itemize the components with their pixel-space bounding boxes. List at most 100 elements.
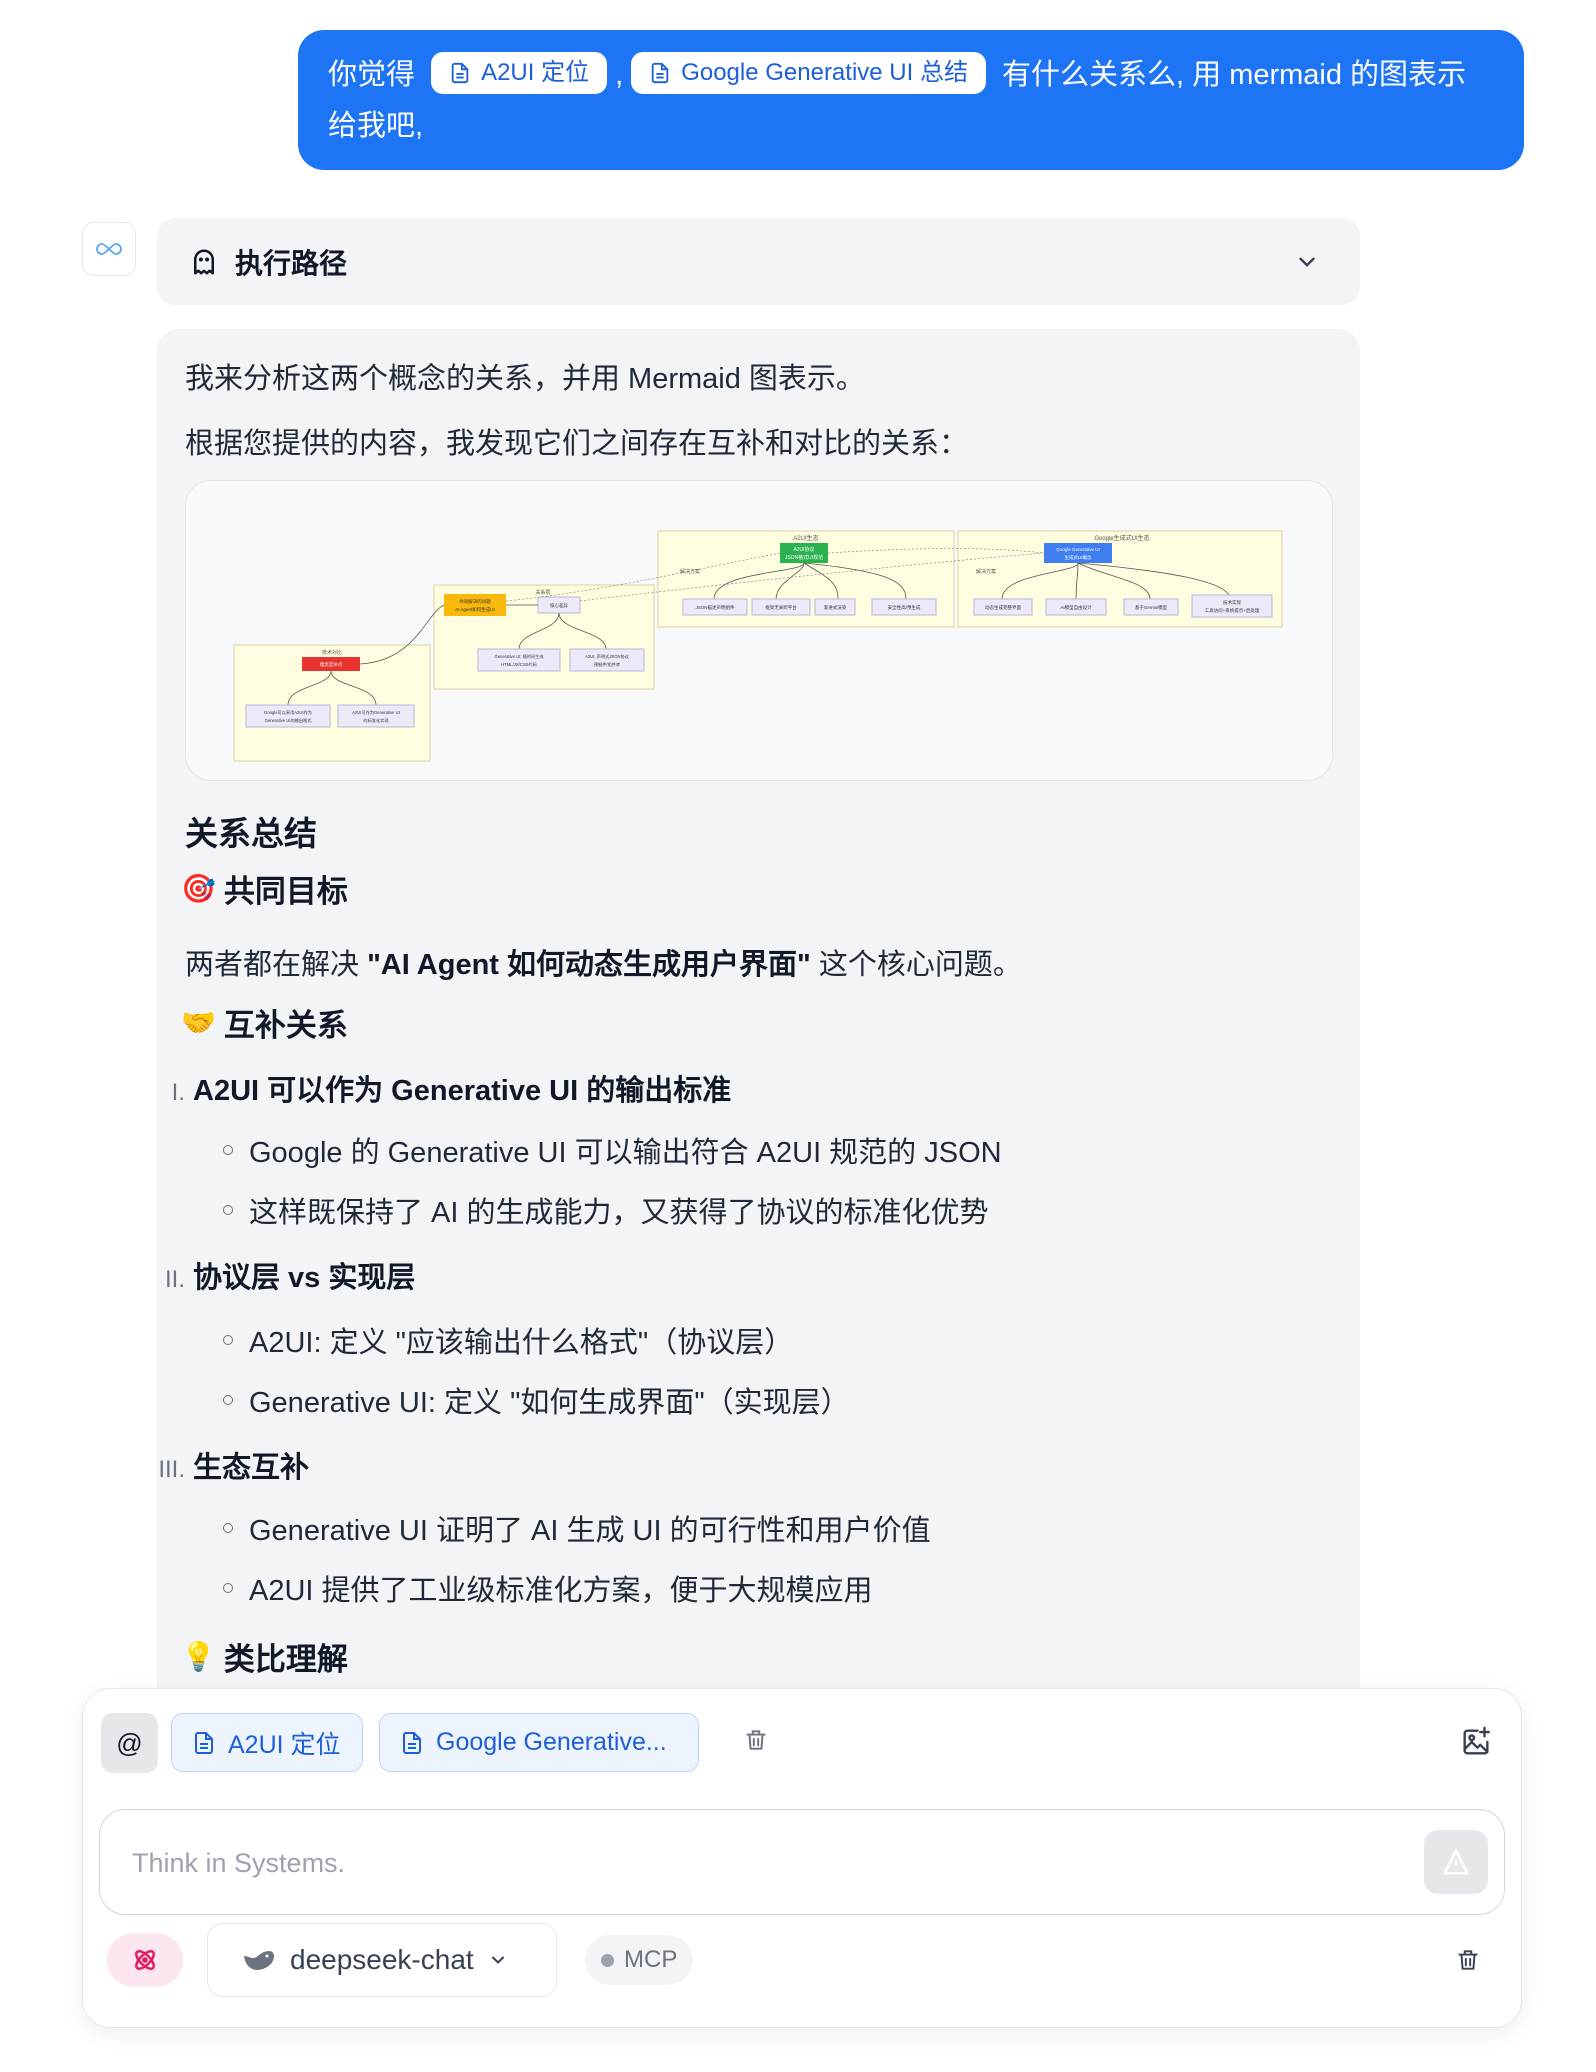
node-a2ui-2-label: 框架无关跨平台 [765,604,797,611]
list-bullet: Generative UI: 定义 "如何生成界面"（实现层） [223,1379,850,1421]
whale-icon [244,1951,274,1970]
assistant-avatar [82,222,136,276]
complement-heading: 🤝 互补关系 [181,1000,348,1045]
mermaid-diagram-svg: A2UI生态 A2UI协议 JSON格式UI规范 解决方案 JSON描述声明组件… [233,530,1283,762]
goal-text-pre: 两者都在解决 [185,949,368,981]
attachment-label: A2UI 定位 [228,1730,341,1759]
chevron-down-icon [491,1956,504,1964]
analogy-heading-text: 类比理解 [223,1642,348,1677]
node-compare-2-sub: 的标准化实现 [363,717,388,724]
complement-heading-text: 互补关系 [223,1008,348,1043]
target-icon: 🎯 [181,872,216,905]
node-a2ui-1-label: JSON描述声明组件 [695,604,735,611]
summary-heading: 关系总结 [185,815,317,852]
attachment-chip-google[interactable]: Google Generative... [379,1713,699,1772]
clear-chat-button[interactable] [1455,1947,1481,1978]
goal-text-bold: "AI Agent 如何动态生成用户界面" [367,949,811,981]
goal-text-post: 这个核心问题。 [810,949,1022,981]
model-selector[interactable]: deepseek-chat [207,1923,557,1997]
list-item-title: 协议层 vs 实现层 [193,1262,416,1294]
node-core-2 [569,648,645,672]
node-google-3-label: 基于Gemini模型 [1135,604,1168,611]
goal-heading-text: 共同目标 [223,874,348,909]
attachment-chip-a2ui[interactable]: A2UI 定位 [171,1713,363,1772]
bullet-text: 这样既保持了 AI 的生成能力，又获得了协议的标准化优势 [249,1197,989,1229]
reference-chip-google[interactable]: Google Generative UI 总结 [631,52,986,95]
reference-chip-label: A2UI 定位 [481,59,590,87]
list-item-title: 生态互补 [193,1452,310,1484]
node-compare-2-label: A2UI可作为Generative UI [352,709,400,716]
node-problem-sub: AI Agent如何生成UI [455,606,495,613]
goal-paragraph: 两者都在解决 "AI Agent 如何动态生成用户界面" 这个核心问题。 [185,941,1022,983]
mention-button[interactable]: @ [101,1713,158,1773]
list-bullet: 这样既保持了 AI 的生成能力，又获得了协议的标准化优势 [223,1189,989,1231]
bullet-dot [223,1523,233,1533]
file-icon [651,63,669,84]
mermaid-diagram[interactable]: A2UI生态 A2UI协议 JSON格式UI规范 解决方案 JSON描述声明组件… [185,480,1333,781]
mcp-status-dot [601,1953,614,1967]
model-name: deepseek-chat [290,1944,474,1975]
node-google-4-sub: 工具访问+系统提示+后处理 [1205,607,1260,614]
list-item-1: I. A2UI 可以作为 Generative UI 的输出标准 [157,1067,732,1109]
node-core-1 [477,648,561,672]
list-item-number: I. [171,1079,185,1106]
ghost-icon [194,249,214,274]
trash-icon [746,1730,766,1750]
send-button[interactable] [1424,1830,1488,1894]
image-add-icon [1463,1726,1490,1755]
list-item-3: III. 生态互补 [157,1444,309,1486]
add-image-button[interactable] [1459,1725,1493,1764]
list-bullet: Generative UI 证明了 AI 生成 UI 的可行性和用户价值 [223,1507,931,1549]
clear-attachments-button[interactable] [743,1727,769,1758]
tools-button[interactable] [107,1933,183,1987]
node-google-label: Google Generative UI [1056,547,1100,552]
node-core-1-sub: HTML/JS/CSS代码 [501,661,537,668]
file-icon [403,1731,421,1754]
handshake-icon: 🤝 [181,1006,216,1039]
node-core-label: 核心差异 [550,602,568,609]
group-compare-label: 技术对比 [322,649,342,656]
node-compare-1 [245,704,331,728]
node-google-1-label: 动态生成完整界面 [985,604,1021,611]
list-item-2: II. 协议层 vs 实现层 [157,1254,415,1296]
bullet-dot [223,1583,233,1593]
mcp-label: MCP [624,1946,678,1973]
mcp-status-button[interactable]: MCP [585,1935,694,1985]
node-compare-2 [337,704,415,728]
file-icon [451,63,469,84]
node-compare-1-sub: Generative UI的输出格式 [265,717,313,724]
bullet-text: A2UI 提供了工业级标准化方案，便于大规模应用 [249,1575,873,1607]
message-input[interactable] [130,1838,1360,1888]
node-google-2-label: AI模型自由设计 [1060,604,1092,611]
node-a2ui-4-label: 安全性高/预生成 [888,604,921,611]
list-item-number: II. [164,1266,185,1293]
node-core-2-label: A2UI: 声明式JSON协议 [585,653,630,660]
trash-icon [1458,1950,1478,1970]
reference-chip-label: Google Generative UI 总结 [681,59,968,87]
chevron-down-icon[interactable] [1294,249,1320,275]
atom-icon [135,1950,155,1970]
node-compare-hi-label: 理念互补点 [320,661,343,668]
bullet-text: Generative UI: 定义 "如何生成界面"（实现层） [249,1387,850,1419]
bullet-text: A2UI: 定义 "应该输出什么格式"（协议层） [249,1327,794,1359]
lightbulb-icon: 💡 [181,1640,216,1673]
send-icon [1443,1849,1469,1875]
node-problem-label: 共同解决的问题 [459,598,491,605]
bullet-dot [223,1145,233,1155]
bullet-text: Generative UI 证明了 AI 生成 UI 的可行性和用户价值 [249,1515,931,1547]
execution-path-toggle[interactable]: 执行路径 [157,218,1360,305]
group-relation-label: 关系层 [535,589,550,596]
attachment-label: Google Generative... [436,1728,667,1756]
user-message-bubble: 你觉得 A2UI 定位 , Google Generative UI 总结 有什… [298,30,1524,170]
node-problem [444,594,506,616]
list-item-title: A2UI 可以作为 Generative UI 的输出标准 [193,1075,732,1107]
group-google-label: Google生成式UI生态 [1094,534,1149,542]
list-bullet: A2UI 提供了工业级标准化方案，便于大规模应用 [223,1567,873,1609]
reference-chip-a2ui[interactable]: A2UI 定位 [431,52,608,95]
analogy-heading: 💡 类比理解 [181,1634,348,1679]
node-a2ui-3-label: 渐进式渲染 [824,604,847,611]
node-core-2-sub: 预制件/组件库 [594,661,620,668]
message-composer: @ A2UI 定位 Google Generative... deepseek-… [82,1688,1522,2028]
bullet-dot [223,1205,233,1215]
node-google-sub: 生成式UI概念 [1065,554,1092,561]
